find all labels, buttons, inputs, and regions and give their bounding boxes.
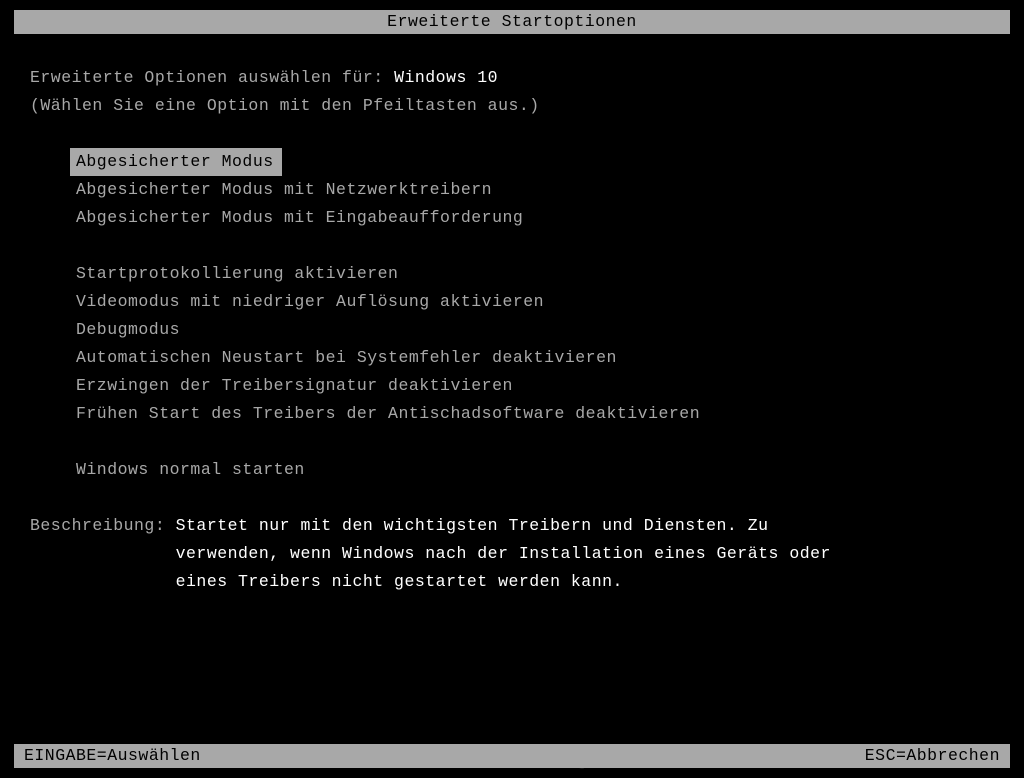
option-safe-mode-cmd[interactable]: Abgesicherter Modus mit Eingabeaufforder… (70, 204, 529, 232)
os-name: Windows 10 (394, 68, 498, 87)
option-safe-mode-networking[interactable]: Abgesicherter Modus mit Netzwerktreibern (70, 176, 498, 204)
description-block: Beschreibung: Startet nur mit den wichti… (30, 512, 994, 596)
subtitle: Erweiterte Optionen auswählen für: Windo… (30, 64, 994, 92)
enter-hint: EINGABE=Auswählen (24, 744, 201, 768)
option-boot-logging[interactable]: Startprotokollierung aktivieren (70, 260, 404, 288)
option-low-res-video[interactable]: Videomodus mit niedriger Auflösung aktiv… (70, 288, 550, 316)
option-start-normally[interactable]: Windows normal starten (70, 456, 311, 484)
option-disable-driver-sig[interactable]: Erzwingen der Treibersignatur deaktivier… (70, 372, 519, 400)
title-bar: Erweiterte Startoptionen (14, 10, 1010, 34)
option-debug-mode[interactable]: Debugmodus (70, 316, 186, 344)
description-label: Beschreibung: (30, 512, 176, 596)
main-content: Erweiterte Optionen auswählen für: Windo… (0, 34, 1024, 596)
footer-bar: EINGABE=Auswählen ESC=Abbrechen (14, 744, 1010, 768)
group-spacer (70, 232, 994, 260)
boot-options-list: Abgesicherter Modus Abgesicherter Modus … (70, 148, 994, 484)
option-safe-mode[interactable]: Abgesicherter Modus (70, 148, 282, 176)
instruction-text: (Wählen Sie eine Option mit den Pfeiltas… (30, 92, 994, 120)
esc-hint: ESC=Abbrechen (865, 744, 1000, 768)
description-text: Startet nur mit den wichtigsten Treibern… (176, 512, 831, 596)
subtitle-prefix: Erweiterte Optionen auswählen für: (30, 68, 394, 87)
page-title: Erweiterte Startoptionen (387, 12, 637, 31)
option-disable-auto-restart[interactable]: Automatischen Neustart bei Systemfehler … (70, 344, 623, 372)
group-spacer (70, 428, 994, 456)
option-disable-antimalware[interactable]: Frühen Start des Treibers der Antischads… (70, 400, 706, 428)
